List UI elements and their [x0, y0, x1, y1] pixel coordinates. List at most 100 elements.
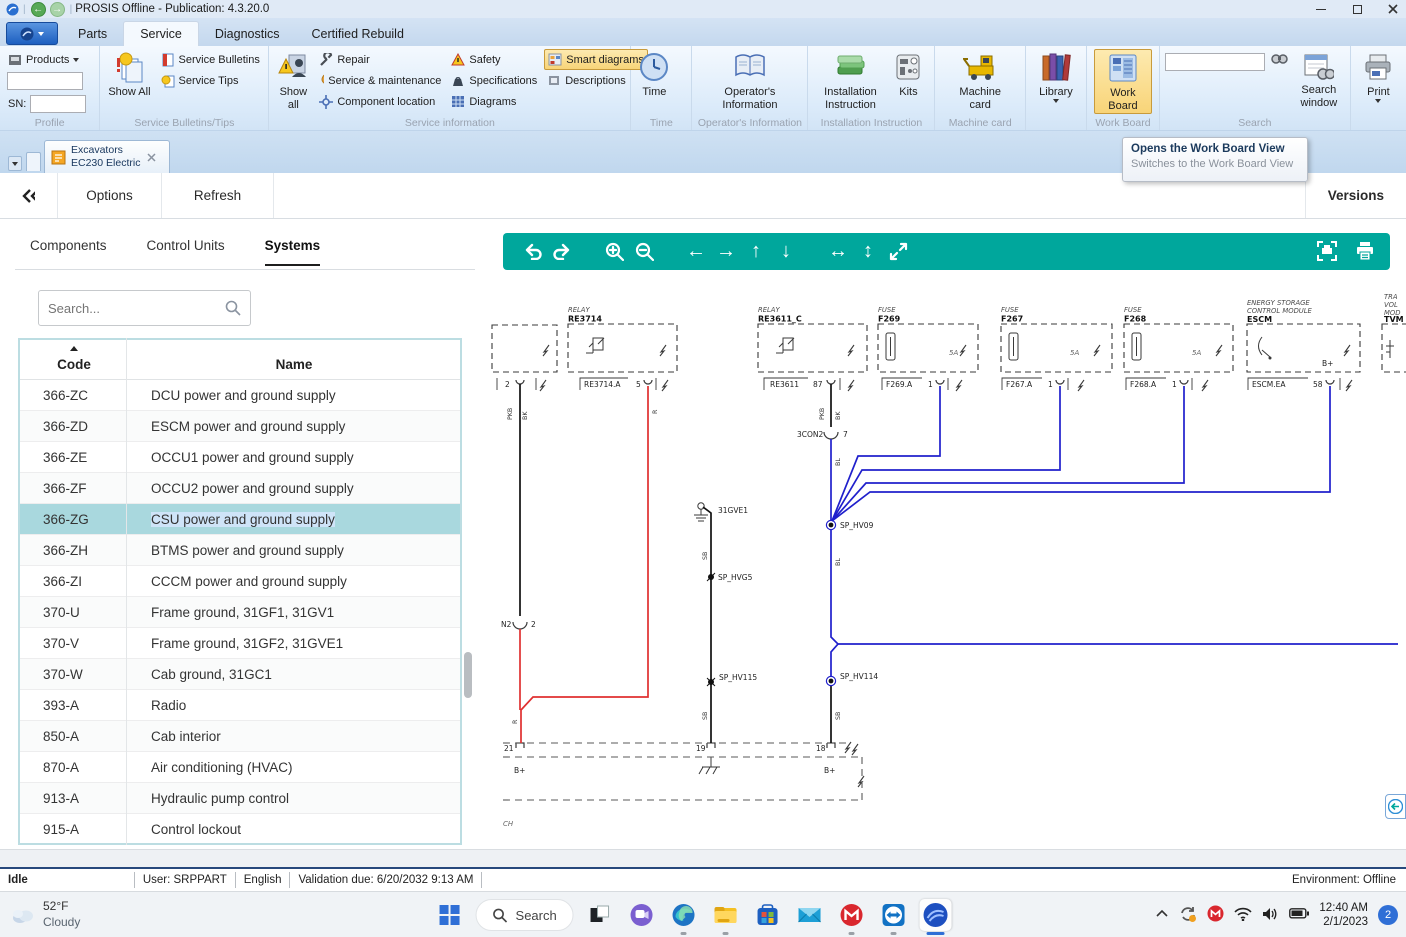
- prosis-taskbar-button[interactable]: [920, 899, 952, 931]
- table-row[interactable]: 366-ZICCCM power and ground supply: [20, 566, 460, 597]
- fit-height-icon[interactable]: ↕: [853, 237, 883, 267]
- file-explorer-button[interactable]: [710, 899, 742, 931]
- tab-certified-rebuild[interactable]: Certified Rebuild: [296, 22, 420, 46]
- zoom-in-icon[interactable]: [599, 237, 629, 267]
- print-diagram-icon[interactable]: [1350, 236, 1380, 266]
- table-row[interactable]: 366-ZDESCM power and ground supply: [20, 411, 460, 442]
- versions-button[interactable]: Versions: [1305, 173, 1406, 218]
- installation-instruction-button[interactable]: Installation Instruction: [813, 49, 887, 112]
- pan-left-icon[interactable]: ←: [681, 237, 711, 267]
- machine-card-button[interactable]: Machine card: [947, 49, 1013, 112]
- task-view-button[interactable]: [584, 899, 616, 931]
- refresh-button[interactable]: Refresh: [162, 173, 274, 218]
- table-row[interactable]: 366-ZHBTMS power and ground supply: [20, 535, 460, 566]
- column-code[interactable]: Code: [20, 340, 128, 379]
- ribbon-search-input[interactable]: [1165, 53, 1265, 71]
- work-board-button[interactable]: Work Board: [1094, 49, 1152, 114]
- back-button[interactable]: ←: [31, 2, 46, 17]
- library-button[interactable]: Library: [1036, 49, 1076, 104]
- table-row[interactable]: 366-ZFOCCU2 power and ground supply: [20, 473, 460, 504]
- sn-input[interactable]: [30, 95, 86, 113]
- show-all-bulletins-button[interactable]: Show All: [105, 49, 153, 100]
- show-all-service-info-button[interactable]: Show all: [274, 49, 312, 112]
- close-tab-icon[interactable]: [147, 153, 156, 162]
- systems-search-input[interactable]: [48, 301, 225, 316]
- search-go-icon[interactable]: [1270, 53, 1288, 74]
- service-bulletins-button[interactable]: Service Bulletins: [158, 49, 263, 70]
- table-row[interactable]: 870-AAir conditioning (HVAC): [20, 752, 460, 783]
- operators-information-button[interactable]: Operator's Information: [705, 49, 795, 112]
- collapse-panel-button[interactable]: [0, 173, 58, 218]
- products-button[interactable]: Products: [5, 49, 89, 70]
- table-scrollbar[interactable]: [464, 652, 472, 698]
- search-icon[interactable]: [225, 300, 241, 316]
- table-row[interactable]: 913-AHydraulic pump control: [20, 783, 460, 814]
- service-tips-button[interactable]: Service Tips: [158, 70, 263, 91]
- start-button[interactable]: [434, 899, 466, 931]
- maximize-button[interactable]: [1350, 3, 1364, 15]
- table-row[interactable]: 850-ACab interior: [20, 721, 460, 752]
- search-window-button[interactable]: Search window: [1293, 53, 1345, 110]
- mega-tray-icon[interactable]: [1207, 905, 1224, 925]
- volume-icon[interactable]: [1262, 907, 1279, 924]
- mail-button[interactable]: [794, 899, 826, 931]
- print-button[interactable]: Print: [1360, 49, 1396, 104]
- chat-button[interactable]: [626, 899, 658, 931]
- service-maintenance-button[interactable]: Service & maintenance: [316, 70, 444, 91]
- microsoft-store-button[interactable]: [752, 899, 784, 931]
- undo-icon[interactable]: [517, 237, 547, 267]
- pan-down-icon[interactable]: ↓: [771, 237, 801, 267]
- safety-button[interactable]: Safety: [448, 49, 540, 70]
- notification-badge[interactable]: 2: [1378, 905, 1398, 925]
- tab-control-units[interactable]: Control Units: [147, 238, 225, 266]
- close-button[interactable]: [1386, 3, 1400, 15]
- hidden-tab[interactable]: [26, 152, 41, 171]
- taskbar-search[interactable]: Search: [476, 899, 574, 931]
- weather-widget[interactable]: 52°FCloudy: [10, 892, 80, 937]
- sync-tray-icon[interactable]: [1179, 905, 1197, 926]
- column-name[interactable]: Name: [128, 340, 460, 379]
- mega-button[interactable]: [836, 899, 868, 931]
- table-row[interactable]: 915-AControl lockout: [20, 814, 460, 845]
- table-row[interactable]: 370-VFrame ground, 31GF2, 31GVE1: [20, 628, 460, 659]
- side-panel-to​ggle[interactable]: [1385, 794, 1406, 819]
- tab-systems[interactable]: Systems: [265, 238, 321, 266]
- minimize-button[interactable]: [1314, 3, 1328, 15]
- zoom-out-icon[interactable]: [629, 237, 659, 267]
- time-button[interactable]: Time: [636, 49, 672, 100]
- specifications-button[interactable]: Specifications: [448, 70, 540, 91]
- table-row[interactable]: 366-ZCDCU power and ground supply: [20, 380, 460, 411]
- tab-components[interactable]: Components: [30, 238, 107, 266]
- repair-button[interactable]: Repair: [316, 49, 444, 70]
- document-tab-excavators[interactable]: ExcavatorsEC230 Electric: [44, 140, 170, 173]
- tray-chevron-icon[interactable]: [1155, 908, 1169, 922]
- table-row[interactable]: 393-ARadio: [20, 690, 460, 721]
- diagrams-button[interactable]: Diagrams: [448, 91, 540, 112]
- tab-service[interactable]: Service: [123, 21, 199, 46]
- kits-button[interactable]: Kits: [887, 49, 929, 100]
- redo-icon[interactable]: [547, 237, 577, 267]
- profile-input[interactable]: [7, 72, 83, 90]
- forward-button[interactable]: →: [50, 2, 65, 17]
- taskbar-clock[interactable]: 12:40 AM 2/1/2023: [1319, 901, 1368, 930]
- edge-browser-button[interactable]: [668, 899, 700, 931]
- battery-icon[interactable]: [1289, 908, 1309, 922]
- print-preview-icon[interactable]: [1312, 236, 1342, 266]
- pan-right-icon[interactable]: →: [711, 237, 741, 267]
- tab-parts[interactable]: Parts: [62, 22, 123, 46]
- pan-up-icon[interactable]: ↑: [741, 237, 771, 267]
- table-row[interactable]: 370-WCab ground, 31GC1: [20, 659, 460, 690]
- component-location-button[interactable]: Component location: [316, 91, 444, 112]
- options-button[interactable]: Options: [58, 173, 162, 218]
- wifi-icon[interactable]: [1234, 907, 1252, 924]
- fit-width-icon[interactable]: ↔: [823, 237, 853, 267]
- application-menu-button[interactable]: [6, 22, 58, 45]
- table-row[interactable]: 370-UFrame ground, 31GF1, 31GV1: [20, 597, 460, 628]
- tab-diagnostics[interactable]: Diagnostics: [199, 22, 296, 46]
- tab-list-dropdown[interactable]: [8, 156, 22, 171]
- fit-page-icon[interactable]: [883, 237, 913, 267]
- table-row[interactable]: 366-ZEOCCU1 power and ground supply: [20, 442, 460, 473]
- teamviewer-button[interactable]: [878, 899, 910, 931]
- wiring-diagram-canvas[interactable]: RELAY RE3714 RE3714.A 5 RELAY RE3611_C R…: [490, 278, 1406, 865]
- table-row-selected[interactable]: 366-ZGCSU power and ground supply: [20, 504, 460, 535]
